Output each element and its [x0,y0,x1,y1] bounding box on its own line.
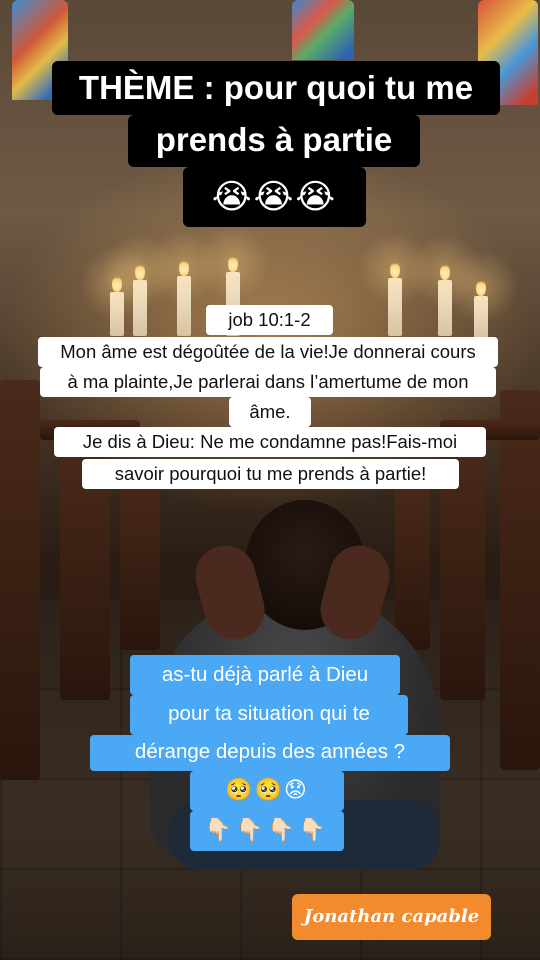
pew [500,390,540,770]
question-line: as-tu déjà parlé à Dieu [130,655,400,695]
pointing-down-emojis: 👇🏻👇🏻👇🏻👇🏻 [190,811,344,851]
author-signature: Jonathan capable [292,894,491,940]
candle [358,232,432,336]
verse-line: à ma plainte,Je parlerai dans l’amertume… [40,367,496,397]
candle [147,230,221,336]
title-emojis: 😭😭😭 [183,167,366,227]
verse-line: âme. [229,397,311,427]
title-line-2: prends à partie [128,115,420,167]
verse-line: Mon âme est dégoûtée de la vie!Je donner… [38,337,498,367]
candle [103,234,177,336]
pleading-face-emojis: 🥺🥺😟 [190,771,344,811]
verse-line: savoir pourquoi tu me prends à partie! [82,459,459,489]
verse-line: Je dis à Dieu: Ne me condamne pas!Fais-m… [54,427,486,457]
title-line-1: THÈME : pour quoi tu me [52,61,500,115]
question-line: pour ta situation qui te [130,695,408,735]
verse-reference: job 10:1-2 [206,305,333,335]
stained-glass-window [292,0,354,60]
pew [0,380,40,780]
question-line: dérange depuis des années ? [90,735,450,771]
candle [444,250,518,338]
